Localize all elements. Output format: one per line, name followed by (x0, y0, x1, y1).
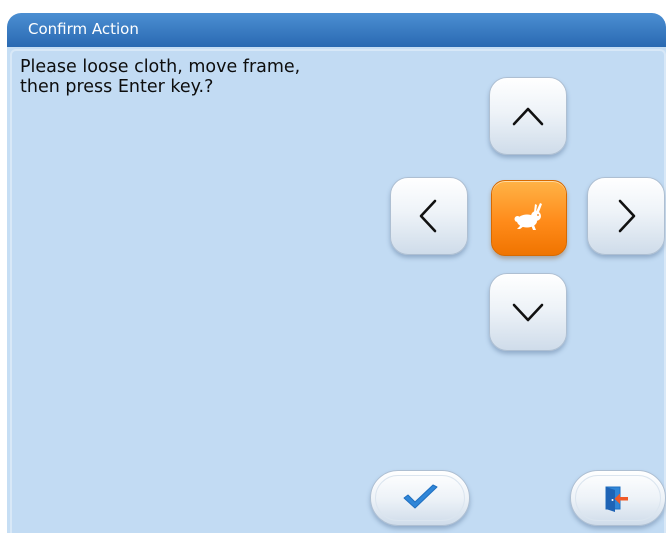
exit-button[interactable] (570, 470, 666, 526)
speed-toggle-button[interactable] (491, 180, 567, 256)
dialog-message: Please loose cloth, move frame, then pre… (20, 57, 301, 97)
chevron-right-icon (618, 199, 636, 233)
move-right-button[interactable] (587, 177, 665, 255)
checkmark-icon (403, 484, 438, 509)
rabbit-icon (514, 203, 542, 230)
chevron-up-icon (512, 107, 544, 126)
move-up-button[interactable] (489, 77, 567, 155)
exit-door-icon (605, 486, 628, 512)
chevron-down-icon (512, 303, 544, 322)
enter-confirm-button[interactable] (370, 470, 470, 526)
dialog-body (10, 49, 666, 533)
chevron-left-icon (419, 199, 437, 233)
dialog-title: Confirm Action (28, 20, 139, 38)
move-down-button[interactable] (489, 273, 567, 351)
move-left-button[interactable] (390, 177, 468, 255)
title-bar: Confirm Action (7, 13, 666, 47)
